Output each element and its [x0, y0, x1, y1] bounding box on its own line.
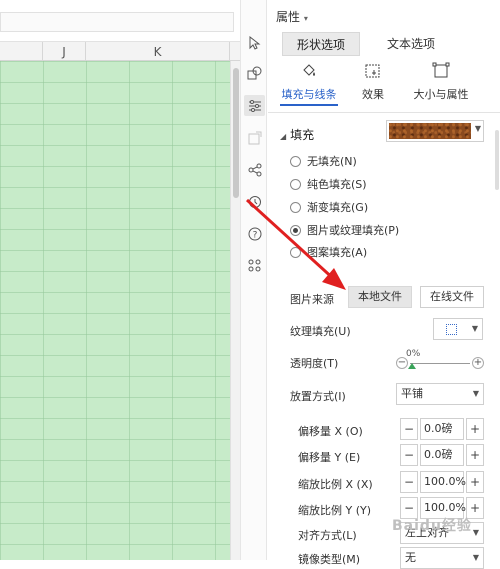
slider-knob[interactable]: [408, 363, 416, 369]
side-toolbar: ?: [240, 0, 267, 560]
subtab-fill-line-label: 填充与线条: [280, 86, 338, 106]
texture-pattern-dropdown[interactable]: ▼: [433, 318, 483, 340]
column-header-blank[interactable]: [0, 42, 43, 62]
effects-icon: [362, 62, 384, 82]
history-icon[interactable]: [244, 191, 265, 212]
paint-bucket-icon: [298, 62, 320, 82]
radio-label: 纯色填充(S): [307, 178, 367, 191]
local-file-button[interactable]: 本地文件: [348, 286, 412, 308]
offset-y-stepper[interactable]: − 0.0磅 +: [400, 444, 484, 466]
radio-label: 渐变填充(G): [307, 201, 369, 214]
plus-button[interactable]: +: [466, 444, 484, 466]
image-source-label: 图片来源: [290, 293, 334, 306]
chevron-down-icon: ▾: [303, 14, 308, 23]
texture-fill-label: 纹理填充(U): [290, 325, 351, 338]
offset-y-label: 偏移量 Y (E): [298, 451, 361, 464]
subtab-fill-line[interactable]: 填充与线条: [274, 62, 344, 106]
slider-track[interactable]: [410, 363, 470, 364]
edit-icon: [244, 127, 265, 148]
online-file-button[interactable]: 在线文件: [420, 286, 484, 308]
tab-shape-options[interactable]: 形状选项: [282, 32, 360, 56]
radio-circle-checked[interactable]: [290, 224, 301, 236]
align-label: 对齐方式(L): [298, 529, 357, 542]
minus-button[interactable]: −: [400, 444, 418, 466]
scale-x-value[interactable]: 100.0%: [420, 471, 466, 493]
offset-x-value[interactable]: 0.0磅: [420, 418, 464, 440]
tab-text-options[interactable]: 文本选项: [372, 32, 450, 56]
radio-label: 图片或纹理填充(P): [307, 224, 400, 237]
scale-y-label: 缩放比例 Y (Y): [298, 504, 372, 517]
subtab-effects-label: 效果: [362, 88, 384, 101]
column-header: J K: [0, 41, 240, 62]
size-icon: [430, 62, 452, 82]
column-header-k[interactable]: K: [86, 42, 230, 62]
placement-label: 放置方式(I): [290, 390, 346, 403]
chevron-down-icon: ▼: [474, 124, 481, 133]
share-icon[interactable]: [244, 159, 265, 180]
transparency-value: 0%: [406, 349, 421, 359]
properties-icon[interactable]: [244, 95, 265, 116]
fill-section-label: 填充: [290, 128, 315, 142]
sub-tabs: 填充与线条 效果 大小与属性: [268, 62, 500, 108]
offset-x-stepper[interactable]: − 0.0磅 +: [400, 418, 484, 440]
scale-x-stepper[interactable]: − 100.0% +: [400, 471, 484, 493]
options-tabs: 形状选项 文本选项: [276, 32, 496, 56]
radio-picture-texture-fill[interactable]: 图片或纹理填充(P): [290, 221, 399, 239]
column-header-j[interactable]: J: [43, 42, 86, 62]
minus-button[interactable]: −: [400, 471, 418, 493]
help-icon[interactable]: ?: [244, 223, 265, 244]
panel-title-text: 属性: [276, 10, 301, 24]
mirror-label: 镜像类型(M): [298, 553, 361, 566]
properties-panel: 属性 ▾ 形状选项 文本选项 填充与线条 效果 大小与属性 ◢ 填充 ▼ 无填充…: [268, 0, 500, 569]
radio-pattern-fill[interactable]: 图案填充(A): [290, 243, 367, 261]
texture-swatch: [389, 123, 471, 139]
offset-x-label: 偏移量 X (O): [298, 425, 363, 438]
vertical-scrollbar[interactable]: [230, 61, 240, 560]
panel-scrollbar-thumb[interactable]: [495, 130, 499, 190]
plus-button[interactable]: +: [466, 471, 484, 493]
radio-circle[interactable]: [290, 155, 301, 167]
subtab-effects[interactable]: 效果: [338, 62, 408, 102]
divider: [268, 112, 500, 113]
apps-grid-icon[interactable]: [244, 255, 265, 276]
radio-label: 图案填充(A): [307, 246, 368, 259]
watermark: Baidu经验: [392, 518, 472, 534]
subtab-size-properties-label: 大小与属性: [413, 88, 469, 101]
panel-title[interactable]: 属性 ▾: [276, 8, 308, 25]
collapse-triangle-icon: ◢: [280, 132, 287, 141]
pattern-swatch-icon: [446, 324, 457, 335]
svg-text:?: ?: [252, 230, 257, 240]
chevron-down-icon: ▼: [472, 389, 479, 398]
fill-section-header[interactable]: ◢ 填充: [280, 126, 314, 143]
chevron-down-icon: ▼: [472, 528, 479, 537]
minus-button[interactable]: −: [400, 418, 418, 440]
spreadsheet-area: J K: [0, 0, 240, 560]
radio-circle[interactable]: [290, 178, 301, 190]
chevron-down-icon: ▼: [472, 553, 479, 562]
plus-button[interactable]: +: [466, 418, 484, 440]
radio-gradient-fill[interactable]: 渐变填充(G): [290, 198, 368, 216]
subtab-size-properties[interactable]: 大小与属性: [400, 62, 482, 102]
scale-x-label: 缩放比例 X (X): [298, 478, 373, 491]
radio-circle[interactable]: [290, 246, 301, 258]
cell-grid[interactable]: [0, 61, 230, 560]
radio-circle[interactable]: [290, 201, 301, 213]
placement-value: 平铺: [401, 387, 423, 400]
transparency-label: 透明度(T): [290, 357, 339, 370]
shapes-icon[interactable]: [244, 63, 265, 84]
transparency-slider[interactable]: − 0% +: [396, 349, 484, 371]
select-cursor-icon[interactable]: [244, 32, 265, 53]
radio-label: 无填充(N): [307, 155, 357, 168]
chevron-down-icon: ▼: [471, 324, 478, 333]
mirror-value: 无: [405, 551, 416, 564]
formula-bar[interactable]: [0, 12, 234, 32]
increase-icon[interactable]: +: [472, 357, 484, 369]
mirror-dropdown[interactable]: 无 ▼: [400, 547, 484, 569]
radio-solid-fill[interactable]: 纯色填充(S): [290, 175, 367, 193]
placement-dropdown[interactable]: 平铺 ▼: [396, 383, 484, 405]
offset-y-value[interactable]: 0.0磅: [420, 444, 464, 466]
radio-no-fill[interactable]: 无填充(N): [290, 152, 357, 170]
scrollbar-thumb[interactable]: [233, 68, 239, 198]
texture-swatch-dropdown[interactable]: ▼: [386, 120, 484, 142]
